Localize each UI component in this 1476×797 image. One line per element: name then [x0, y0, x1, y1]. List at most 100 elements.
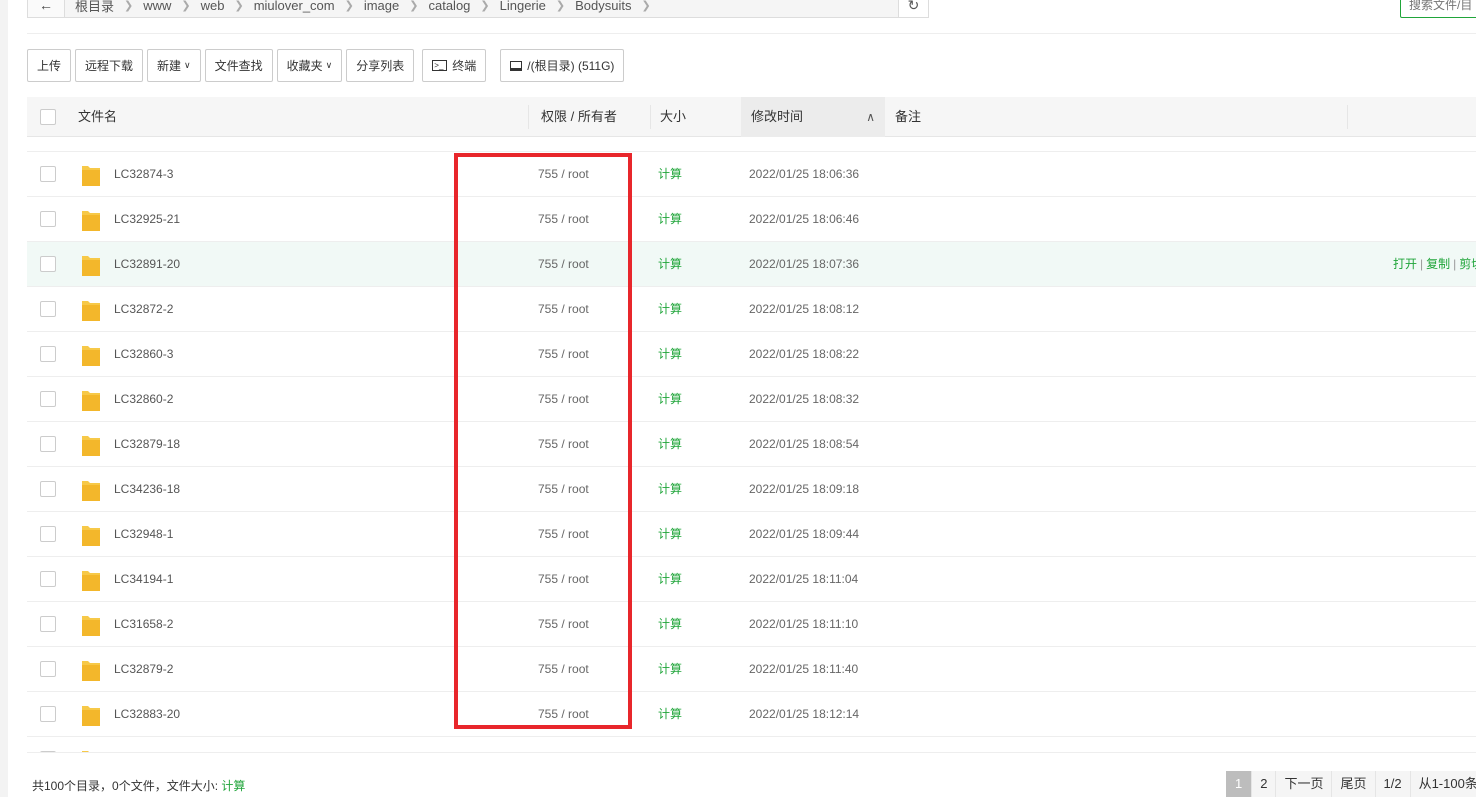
breadcrumb-image[interactable]: image [358, 0, 405, 13]
file-name[interactable]: LC32860-2 [114, 377, 173, 422]
calc-size-link[interactable]: 计算 [658, 242, 682, 287]
header-mtime[interactable]: 修改时间 ∧ [741, 97, 885, 137]
table-row[interactable]: LC34194-1 755 / root 计算 2022/01/25 18:11:04 [27, 557, 1476, 602]
calc-size-link[interactable]: 计算 [658, 467, 682, 512]
header-filename[interactable]: 文件名 [78, 97, 117, 137]
column-divider [1347, 105, 1348, 129]
back-button[interactable]: ← [27, 0, 65, 18]
breadcrumb-root[interactable]: 根目录 [69, 0, 120, 15]
file-mtime: 2022/01/25 18:08:22 [749, 347, 860, 361]
table-row[interactable] [27, 737, 1476, 752]
breadcrumb-lingerie[interactable]: Lingerie [494, 0, 552, 13]
page-1-button[interactable]: 1 [1226, 771, 1253, 797]
table-row[interactable]: LC32860-3 755 / root 计算 2022/01/25 18:08:22 [27, 332, 1476, 377]
table-row[interactable]: LC32925-21 755 / root 计算 2022/01/25 18:06:4… [27, 197, 1476, 242]
file-name[interactable]: LC32883-20 [114, 692, 180, 737]
table-row[interactable]: LC32883-20 755 / root 计算 2022/01/25 18:12:1… [27, 692, 1476, 737]
row-checkbox[interactable] [40, 436, 56, 452]
breadcrumb-www[interactable]: www [137, 0, 177, 13]
header-remark[interactable]: 备注 [895, 97, 921, 137]
search-input[interactable] [1400, 0, 1476, 18]
calc-size-link[interactable]: 计算 [658, 557, 682, 602]
breadcrumb-miulover[interactable]: miulover_com [248, 0, 341, 13]
table-row[interactable]: LC32872-2 755 / root 计算 2022/01/25 18:08:12 [27, 287, 1476, 332]
find-file-label: 文件查找 [214, 59, 263, 73]
refresh-button[interactable]: ↻ [899, 0, 929, 18]
table-row[interactable]: LC32879-18 755 / root 计算 2022/01/25 18:08:5… [27, 422, 1476, 467]
file-name[interactable]: LC32891-20 [114, 242, 180, 287]
breadcrumb-web[interactable]: web [195, 0, 231, 13]
table-row[interactable]: LC34236-18 755 / root 计算 2022/01/25 18:09:1… [27, 467, 1476, 512]
table-row[interactable] [27, 137, 1476, 152]
header-size[interactable]: 大小 [660, 97, 686, 137]
breadcrumb-catalog[interactable]: catalog [422, 0, 476, 13]
folder-icon [82, 571, 100, 591]
file-name[interactable]: LC34236-18 [114, 467, 180, 512]
calc-size-link[interactable]: 计算 [658, 287, 682, 332]
calc-size-link[interactable]: 计算 [658, 152, 682, 197]
file-name[interactable]: LC32879-2 [114, 647, 173, 692]
calc-size-link[interactable]: 计算 [658, 512, 682, 557]
row-checkbox[interactable] [40, 346, 56, 362]
row-checkbox[interactable] [40, 526, 56, 542]
file-name[interactable]: LC32925-21 [114, 197, 180, 242]
table-row[interactable]: LC32860-2 755 / root 计算 2022/01/25 18:08:32 [27, 377, 1476, 422]
share-list-label: 分享列表 [356, 59, 405, 73]
row-checkbox[interactable] [40, 661, 56, 677]
remote-download-button[interactable]: 远程下载 [75, 49, 144, 82]
favorites-dropdown-button[interactable]: 收藏夹 ∨ [276, 49, 343, 82]
folder-icon [82, 211, 100, 231]
file-name[interactable]: LC32860-3 [114, 332, 173, 377]
page-2-button[interactable]: 2 [1252, 771, 1277, 797]
row-checkbox[interactable] [40, 616, 56, 632]
file-name[interactable]: LC32879-18 [114, 422, 180, 467]
upload-button[interactable]: 上传 [27, 49, 72, 82]
disk-button[interactable]: /(根目录) (511G) [500, 49, 625, 82]
file-name[interactable]: LC32872-2 [114, 287, 173, 332]
new-dropdown-button[interactable]: 新建 ∨ [147, 49, 201, 82]
calc-size-link[interactable]: 计算 [658, 332, 682, 377]
copy-link[interactable]: 复制 [1426, 257, 1450, 271]
last-page-button[interactable]: 尾页 [1332, 771, 1376, 797]
header-permission[interactable]: 权限 / 所有者 [541, 97, 617, 137]
table-row[interactable]: LC32874-3 755 / root 计算 2022/01/25 18:06:36 [27, 152, 1476, 197]
row-checkbox[interactable] [40, 391, 56, 407]
file-name[interactable]: LC31658-2 [114, 602, 173, 647]
file-name[interactable]: LC34194-1 [114, 557, 173, 602]
footer-calc-link[interactable]: 计算 [221, 779, 245, 793]
calc-size-link[interactable]: 计算 [658, 197, 682, 242]
next-page-button[interactable]: 下一页 [1276, 771, 1333, 797]
calc-size-link[interactable]: 计算 [658, 422, 682, 467]
file-name[interactable]: LC32948-1 [114, 512, 173, 557]
file-mtime: 2022/01/25 18:08:32 [749, 392, 860, 406]
table-row[interactable]: LC32879-2 755 / root 计算 2022/01/25 18:11:40 [27, 647, 1476, 692]
calc-size-link[interactable]: 计算 [658, 602, 682, 647]
footer-summary-text: 共100个目录，0个文件，文件大小: [32, 779, 219, 793]
row-checkbox[interactable] [40, 481, 56, 497]
table-row[interactable]: LC32948-1 755 / root 计算 2022/01/25 18:09:44 [27, 512, 1476, 557]
share-list-button[interactable]: 分享列表 [346, 49, 415, 82]
separator: | [1453, 257, 1457, 271]
table-row[interactable]: LC31658-2 755 / root 计算 2022/01/25 18:11:10 [27, 602, 1476, 647]
folder-icon [82, 256, 100, 276]
row-checkbox[interactable] [40, 706, 56, 722]
cut-link[interactable]: 剪切 [1459, 257, 1476, 271]
row-checkbox[interactable] [40, 211, 56, 227]
row-checkbox[interactable] [40, 571, 56, 587]
table-row[interactable]: LC32891-20 755 / root 计算 2022/01/25 18:07:3… [27, 242, 1476, 287]
file-mtime: 2022/01/25 18:08:12 [749, 302, 860, 316]
terminal-button[interactable]: >_ 终端 [422, 49, 487, 82]
calc-size-link[interactable]: 计算 [658, 647, 682, 692]
row-checkbox[interactable] [40, 256, 56, 272]
breadcrumb-bodysuits[interactable]: Bodysuits [569, 0, 637, 13]
select-all-checkbox[interactable] [40, 109, 56, 125]
highlight-annotation-box [454, 153, 632, 729]
calc-size-link[interactable]: 计算 [658, 692, 682, 737]
find-file-button[interactable]: 文件查找 [204, 49, 273, 82]
row-checkbox[interactable] [40, 301, 56, 317]
row-checkbox[interactable] [40, 166, 56, 182]
file-name[interactable]: LC32874-3 [114, 152, 173, 197]
chevron-right-icon: ❯ [124, 0, 134, 12]
calc-size-link[interactable]: 计算 [658, 377, 682, 422]
open-link[interactable]: 打开 [1393, 257, 1417, 271]
